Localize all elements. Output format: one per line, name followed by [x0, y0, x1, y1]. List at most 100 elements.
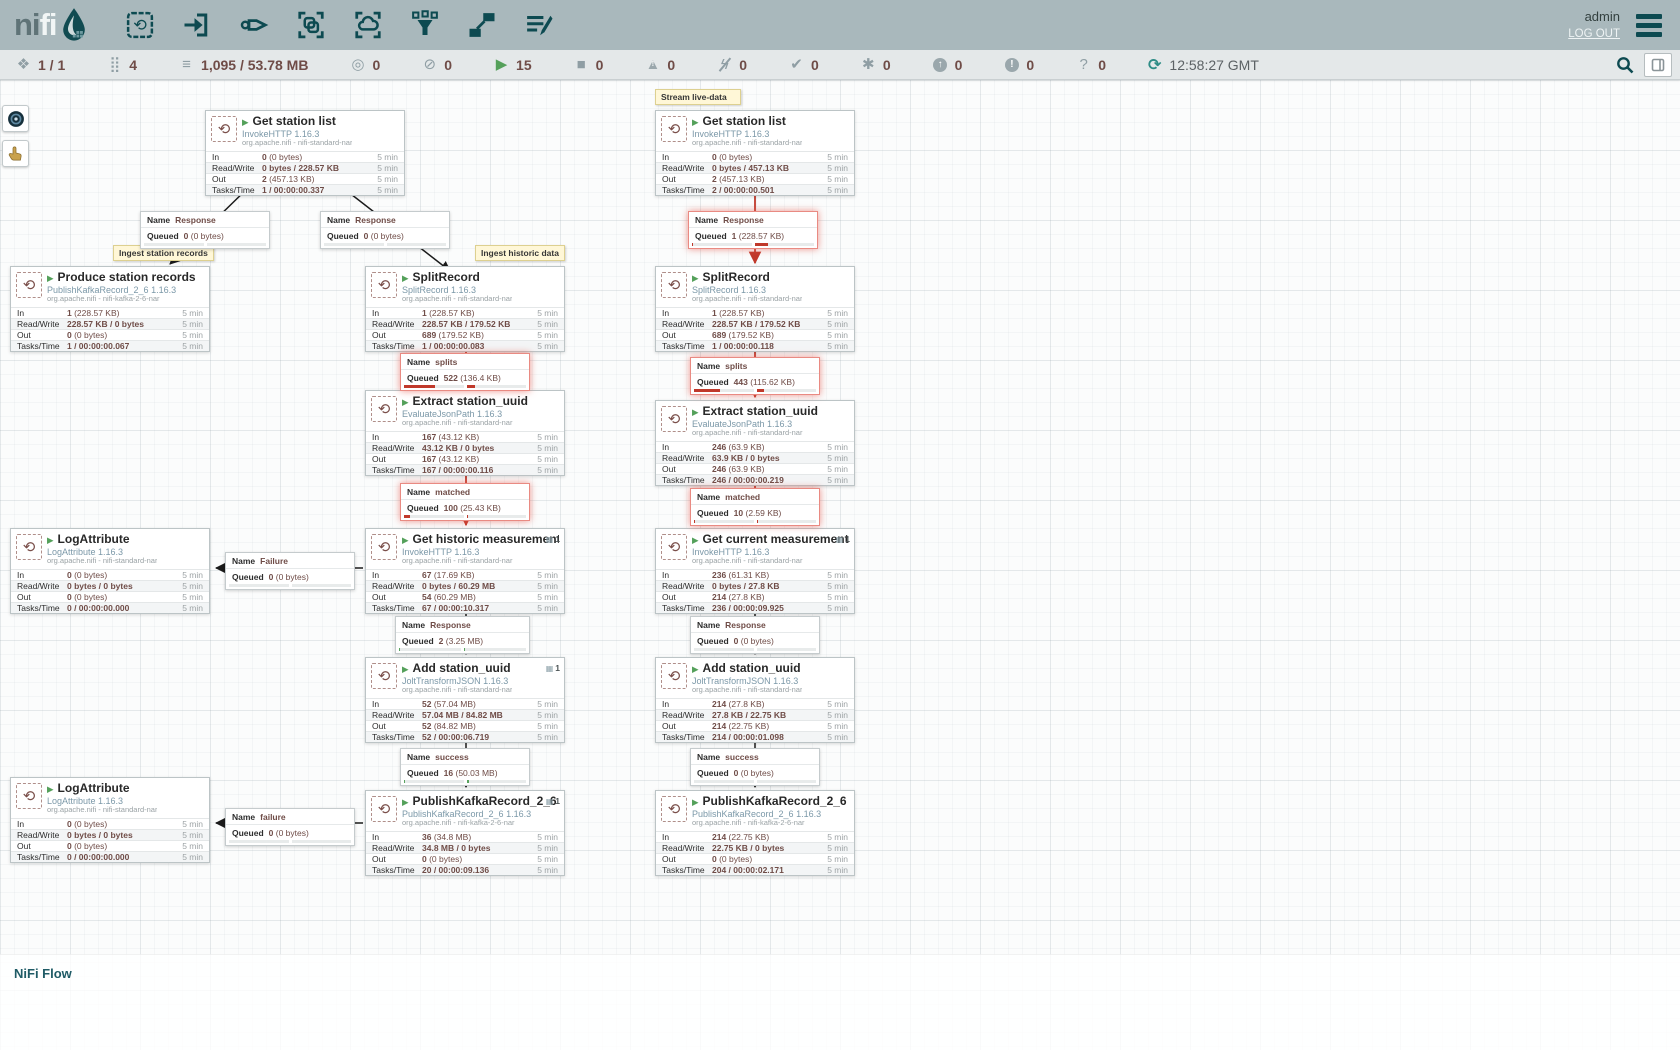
remote-process-group-icon[interactable] [351, 8, 385, 42]
connection-label[interactable]: NamefailureQueued0 (0 bytes) [225, 808, 355, 846]
operate-palette-button[interactable] [2, 140, 29, 167]
stat-label: Read/Write [662, 163, 712, 173]
transmitting-icon: ◎ [350, 57, 365, 72]
threads-badge-icon: ▦ [546, 535, 554, 544]
stat-value: 0 bytes / 457.13 KB [712, 163, 827, 173]
output-port-icon[interactable] [237, 8, 271, 42]
refresh-icon[interactable]: ⟳ [1148, 55, 1161, 75]
connection-label[interactable]: NameResponseQueued0 (0 bytes) [690, 616, 820, 654]
connection-label[interactable]: NamematchedQueued10 (2.59 KB) [690, 488, 820, 526]
processor-node[interactable]: ⟲▶SplitRecordSplitRecord 1.16.3org.apach… [655, 266, 855, 352]
stat-row: In246 (63.9 KB)5 min [656, 441, 854, 452]
connection-label[interactable]: NameFailureQueued0 (0 bytes) [225, 552, 355, 590]
status-invalid: ▲!0 [645, 57, 675, 73]
stat-row: Tasks/Time1 / 00:00:00.0675 min [11, 340, 209, 351]
stat-window: 5 min [537, 710, 558, 720]
global-menu-button[interactable] [1636, 14, 1662, 37]
processor-node[interactable]: ⟲▶Get station listInvokeHTTP 1.16.3org.a… [205, 110, 405, 196]
status-stale-count: 0 [955, 57, 963, 73]
breadcrumb[interactable]: NiFi Flow [14, 966, 72, 981]
run-status-running-icon: ▶ [242, 118, 249, 128]
stat-row: In0 (0 bytes)5 min [11, 569, 209, 580]
processor-bundle: org.apache.nifi - nifi-standard-nar [402, 686, 512, 695]
template-icon[interactable] [465, 8, 499, 42]
stat-row: In0 (0 bytes)5 min [656, 151, 854, 162]
connection-queued-value: 2 (3.25 MB) [439, 636, 483, 646]
stat-value: 2 / 00:00:00.501 [712, 185, 827, 195]
stat-row: Tasks/Time0 / 00:00:00.0005 min [11, 851, 209, 862]
status-queued: ≡1,095 / 53.78 MB [179, 57, 308, 73]
processor-node[interactable]: ⟲▶Extract station_uuidEvaluateJsonPath 1… [365, 390, 565, 476]
processor-name: LogAttribute [58, 782, 130, 796]
queue-percent-bars [691, 780, 819, 785]
connection-label[interactable]: NameResponseQueued0 (0 bytes) [320, 211, 450, 249]
processor-node[interactable]: ⟲▶PublishKafkaRecord_2_6PublishKafkaReco… [365, 790, 565, 876]
flow-canvas[interactable]: ⟲▶Get station listInvokeHTTP 1.16.3org.a… [0, 80, 1680, 1050]
status-stale: ↑0 [933, 57, 963, 73]
stat-window: 5 min [537, 581, 558, 591]
connection-label[interactable]: NameResponseQueued2 (3.25 MB) [395, 616, 530, 654]
connection-label[interactable]: NamesuccessQueued0 (0 bytes) [690, 748, 820, 786]
last-refresh-time: 12:58:27 GMT [1169, 57, 1259, 73]
queue-percent-bars [321, 243, 449, 248]
processor-node[interactable]: ⟲▶LogAttributeLogAttribute 1.16.3org.apa… [10, 777, 210, 863]
stat-window: 5 min [537, 832, 558, 842]
stat-row: Read/Write57.04 MB / 84.82 MB5 min [366, 709, 564, 720]
funnel-icon[interactable] [408, 8, 442, 42]
stat-row: Read/Write0 bytes / 0 bytes5 min [11, 580, 209, 591]
processor-icon: ⟲ [371, 396, 397, 422]
stat-value: 0 / 00:00:00.000 [67, 852, 182, 862]
connection-queued-value: 522 (136.4 KB) [444, 373, 501, 383]
connection-label[interactable]: NamesplitsQueued522 (136.4 KB) [400, 353, 530, 391]
processor-node[interactable]: ⟲▶SplitRecordSplitRecord 1.16.3org.apach… [365, 266, 565, 352]
processor-icon: ⟲ [16, 272, 42, 298]
connection-name-label: Name [232, 556, 255, 566]
processor-node[interactable]: ⟲▶Get current measurementInvokeHTTP 1.16… [655, 528, 855, 614]
stat-window: 5 min [537, 732, 558, 742]
connection-label[interactable]: NamesuccessQueued16 (50.03 MB) [400, 748, 530, 786]
processor-node[interactable]: ⟲▶Produce station recordsPublishKafkaRec… [10, 266, 210, 352]
status-locally-modified-count: 0 [883, 57, 891, 73]
logout-link[interactable]: LOG OUT [1568, 26, 1620, 43]
processor-node[interactable]: ⟲▶PublishKafkaRecord_2_6PublishKafkaReco… [655, 790, 855, 876]
status-not-transmitting: ⊘0 [422, 57, 452, 73]
stat-row: In0 (0 bytes)5 min [11, 818, 209, 829]
processor-node[interactable]: ⟲▶LogAttributeLogAttribute 1.16.3org.apa… [10, 528, 210, 614]
input-port-icon[interactable] [180, 8, 214, 42]
processor-icon: ⟲ [371, 534, 397, 560]
processor-node[interactable]: ⟲▶Add station_uuidJoltTransformJSON 1.16… [365, 657, 565, 743]
connection-label[interactable]: NamesplitsQueued443 (115.62 KB) [690, 357, 820, 395]
stat-value: 0 / 00:00:00.000 [67, 603, 182, 613]
stat-row: Read/Write228.57 KB / 179.52 KB5 min [366, 318, 564, 329]
processor-header: ⟲▶LogAttributeLogAttribute 1.16.3org.apa… [11, 529, 209, 569]
status-running: ▶15 [494, 57, 532, 73]
stat-row: Out0 (0 bytes)5 min [656, 853, 854, 864]
stat-window: 5 min [182, 592, 203, 602]
stat-label: Read/Write [17, 830, 67, 840]
connection-name-value: Response [725, 620, 766, 630]
connection-label[interactable]: NameResponseQueued1 (228.57 KB) [688, 211, 818, 249]
stat-row: Read/Write0 bytes / 228.57 KB5 min [206, 162, 404, 173]
connection-queued-value: 0 (0 bytes) [734, 768, 774, 778]
sidebar-toggle-button[interactable] [1644, 53, 1672, 77]
processor-node[interactable]: ⟲▶Get station listInvokeHTTP 1.16.3org.a… [655, 110, 855, 196]
canvas-label[interactable]: Ingest historic data [475, 245, 565, 261]
stat-label: Tasks/Time [17, 341, 67, 351]
process-group-icon[interactable] [294, 8, 328, 42]
label-icon[interactable] [522, 8, 556, 42]
navigate-palette-button[interactable] [2, 105, 29, 132]
canvas-label[interactable]: Stream live-data [655, 89, 741, 105]
connection-name-value: Response [355, 215, 396, 225]
processor-node[interactable]: ⟲▶Get historic measurementsInvokeHTTP 1.… [365, 528, 565, 614]
processor-node[interactable]: ⟲▶Add station_uuidJoltTransformJSON 1.16… [655, 657, 855, 743]
connection-label[interactable]: NamematchedQueued100 (25.43 KB) [400, 483, 530, 521]
processor-node[interactable]: ⟲▶Extract station_uuidEvaluateJsonPath 1… [655, 400, 855, 486]
connection-queued-value: 100 (25.43 KB) [444, 503, 501, 513]
stat-window: 5 min [827, 453, 848, 463]
stopped-icon: ■ [574, 57, 589, 72]
queue-percent-bars [401, 515, 529, 520]
connection-label[interactable]: NameResponseQueued0 (0 bytes) [140, 211, 270, 249]
search-icon[interactable] [1616, 56, 1634, 74]
stat-label: In [17, 819, 67, 829]
processor-icon[interactable]: ⟲ [123, 8, 157, 42]
